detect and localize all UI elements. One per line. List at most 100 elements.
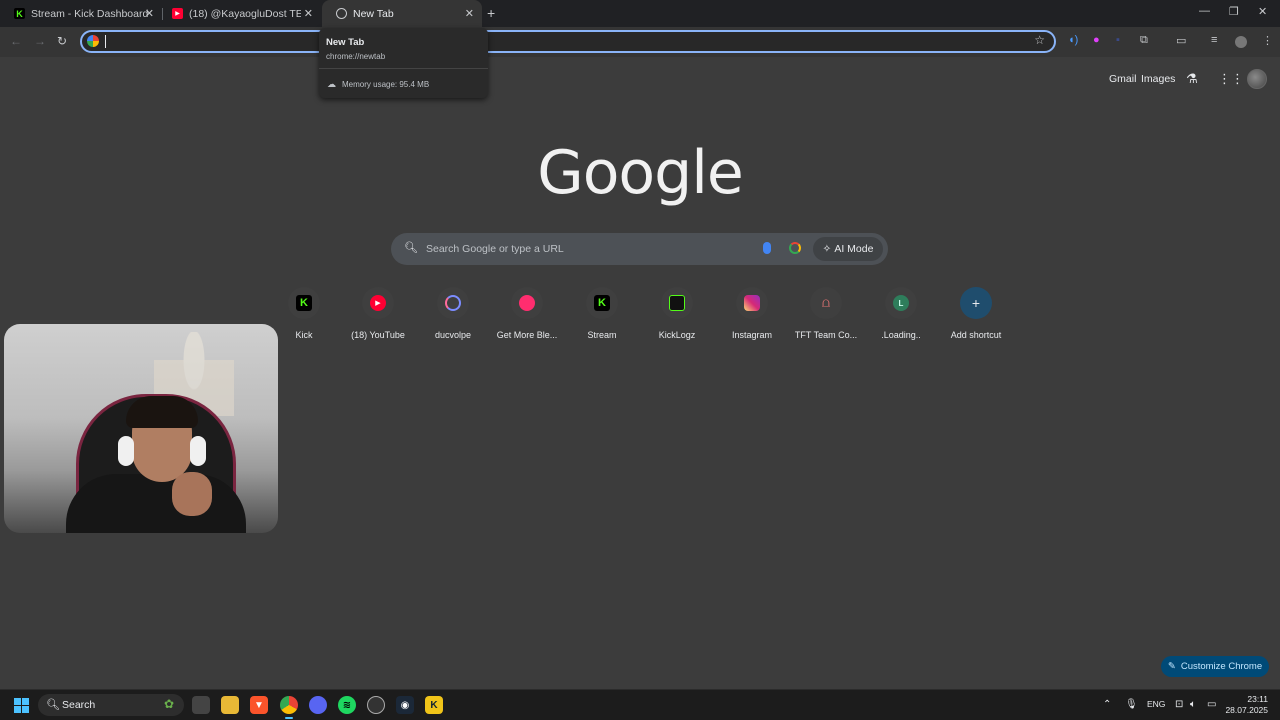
shortcut-tile: + [960,287,992,319]
plus-icon: + [971,295,981,311]
kebab-menu-icon[interactable]: ⋮ [1262,34,1273,47]
brave-icon[interactable]: ▼ [250,696,268,714]
webcam-overlay [4,324,278,533]
google-logo: Google [537,138,744,208]
shortcut-kicklogz[interactable]: KickLogz [641,287,713,349]
close-icon[interactable]: ✕ [145,7,154,20]
shortcut-add[interactable]: + Add shortcut [940,287,1012,349]
text-caret [105,35,106,48]
shortcut-tile [511,287,543,319]
taskbar-search[interactable]: 🔍︎ Search ✿ [38,694,184,716]
discord-icon[interactable] [309,696,327,714]
microphone-icon[interactable]: 🎙︎ [1125,699,1138,710]
images-link[interactable]: Images [1141,73,1175,85]
search-icon: 🔍︎ [46,699,60,711]
voice-search-icon[interactable] [763,242,771,254]
shortcut-get-more[interactable]: Get More Ble... [491,287,563,349]
close-icon[interactable]: ✕ [465,7,474,20]
extension-blue-icon[interactable]: ▪ [1116,34,1120,46]
language-indicator[interactable]: ENG [1147,699,1165,709]
shortcut-label: (18) YouTube [351,330,405,340]
task-view-icon[interactable] [192,696,210,714]
gmail-link[interactable]: Gmail [1109,73,1136,85]
shortcut-tile: ⩍ [810,287,842,319]
instagram-icon [744,295,760,311]
forward-arrow-icon[interactable]: → [34,34,46,48]
address-bar[interactable]: ☆ [80,30,1056,53]
shortcut-tile: K [288,287,320,319]
side-panel-icon[interactable]: ▭ [1176,34,1186,47]
globe-icon [445,295,461,311]
pink-circle-icon [519,295,535,311]
apps-grid-icon[interactable]: ⋮⋮ [1218,71,1244,87]
shortcut-tile [437,287,469,319]
ai-mode-label: AI Mode [834,243,874,255]
riot-client-icon[interactable] [367,696,385,714]
taskbar-search-label: Search [62,699,96,711]
new-tab-plus-icon[interactable]: + [487,5,495,21]
search-icon: 🔍︎ [404,242,418,254]
kick-icon: K [594,295,610,311]
shortcut-tile: ▶ [362,287,394,319]
close-window-icon[interactable]: ✕ [1258,5,1267,18]
hover-card-divider [319,68,488,69]
steam-icon[interactable]: ◉ [396,696,414,714]
tab-new-tab[interactable]: New Tab ✕ [322,0,482,27]
battery-icon[interactable]: ▭ [1207,699,1216,710]
media-controls-icon[interactable]: ≡ [1211,34,1217,46]
tab-kick-dashboard[interactable]: K Stream - Kick Dashboard ✕ [0,0,162,27]
close-icon[interactable]: ✕ [304,7,313,20]
shortcut-label: ducvolpe [434,330,472,340]
account-avatar[interactable] [1247,69,1267,89]
tab-title: (18) @KayaogluDost TEK, SİZ H [189,7,301,20]
shortcut-stream[interactable]: K Stream [566,287,638,349]
volume-icon[interactable]: 🔈︎ [1190,699,1196,710]
tab-youtube[interactable]: ▶ (18) @KayaogluDost TEK, SİZ H ✕ [158,0,321,27]
windows-start-icon[interactable] [14,698,29,713]
shortcut-tile [736,287,768,319]
network-icon[interactable]: ⊡ [1175,699,1183,710]
clock-time: 23:11 [1247,694,1268,704]
chrome-taskbar-icon[interactable] [280,696,298,719]
shortcut-ducvolpe[interactable]: ducvolpe [417,287,489,349]
minimize-icon[interactable]: — [1199,5,1210,17]
ai-mode-button[interactable]: ✧ AI Mode [813,237,883,261]
kick-icon: K [296,295,312,311]
shortcut-youtube[interactable]: ▶ (18) YouTube [342,287,414,349]
bookmark-star-icon[interactable]: ☆ [1034,33,1045,47]
google-lens-icon[interactable] [789,242,801,254]
browser-toolbar: ← → ↻ ☆ ◖) ● ▪ ⧉ ▭ ≡ ⋮ [0,27,1280,57]
shortcut-label: Get More Ble... [496,330,558,340]
extension-pink-icon[interactable]: ● [1093,34,1100,46]
google-g-icon [87,35,99,47]
customize-chrome-label: Customize Chrome [1180,661,1263,672]
shortcut-tft[interactable]: ⩍ TFT Team Co... [790,287,862,349]
system-clock[interactable]: 23:11 28.07.2025 [1225,694,1268,716]
shortcut-tile: L [885,287,917,319]
back-arrow-icon[interactable]: ← [10,34,22,48]
hover-card-memory: Memory usage: 95.4 MB [342,80,430,89]
headphone-right [190,436,206,466]
person-hand [172,472,212,516]
shortcut-label: .Loading.. [881,330,921,340]
file-explorer-icon[interactable] [221,696,239,714]
search-box[interactable]: 🔍︎ Search Google or type a URL ✧ AI Mode [391,233,888,265]
restore-icon[interactable]: ❐ [1229,5,1239,18]
labs-flask-icon[interactable]: ⚗ [1186,71,1198,87]
extension-audio-icon[interactable]: ◖) [1068,34,1078,46]
customize-chrome-button[interactable]: ✎ Customize Chrome [1161,656,1269,677]
tray-overflow-chevron-icon[interactable]: ⌃ [1103,699,1111,710]
extensions-puzzle-icon[interactable]: ⧉ [1140,34,1148,47]
shortcut-loading[interactable]: L .Loading.. [865,287,937,349]
profile-avatar-icon[interactable] [1235,36,1247,48]
reload-icon[interactable]: ↻ [57,34,67,48]
pencil-icon: ✎ [1167,661,1176,672]
memory-icon: ☁ [327,79,336,89]
tft-icon: ⩍ [821,295,831,310]
spotify-icon[interactable]: ≋ [338,696,356,714]
app-launcher-icon[interactable]: K [425,696,443,714]
shortcut-instagram[interactable]: Instagram [716,287,788,349]
shortcut-kick[interactable]: K Kick [268,287,340,349]
shortcut-label: Kick [295,330,313,340]
person-body [66,474,246,533]
